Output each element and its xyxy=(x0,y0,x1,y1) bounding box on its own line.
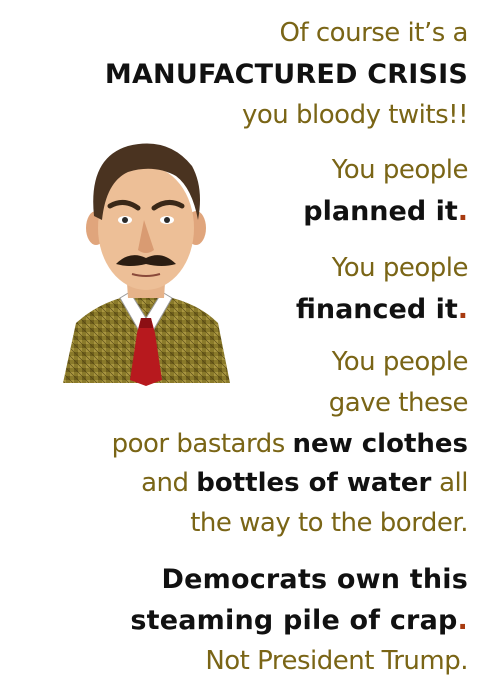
period-mark: . xyxy=(457,196,468,227)
line-bottles-of-water: and bottles of water all xyxy=(141,470,468,496)
bottles-of-water-text: bottles of water xyxy=(196,468,432,498)
line-steaming-pile: steaming pile of crap. xyxy=(130,607,468,634)
line-manufactured-crisis: MANUFACTURED CRISIS xyxy=(104,59,468,90)
line-gave-these: gave these xyxy=(328,388,469,418)
period-mark: . xyxy=(457,294,468,325)
line-you-people-3: You people xyxy=(331,347,469,377)
line-of-course: Of course it’s a xyxy=(279,18,469,48)
line-way-to-border: the way to the border. xyxy=(190,508,468,538)
line-not-president: Not President Trump. xyxy=(205,646,468,676)
line-planned-it: planned it. xyxy=(303,198,468,225)
planned-it-text: planned it xyxy=(303,196,458,227)
caricature-portrait xyxy=(63,143,230,386)
line-democrats-own: Democrats own this xyxy=(161,564,468,595)
line-new-clothes: poor bastards new clothes xyxy=(112,431,468,457)
poor-bastards-text: poor bastards xyxy=(111,429,293,459)
line-you-people-1: You people xyxy=(331,155,469,185)
and-text: and xyxy=(141,468,197,498)
all-text: all xyxy=(431,468,468,498)
line-financed-it: financed it. xyxy=(296,296,468,323)
financed-it-text: financed it xyxy=(295,294,458,325)
line-bloody-twits: you bloody twits!! xyxy=(241,100,469,130)
period-mark: . xyxy=(457,605,468,636)
new-clothes-text: new clothes xyxy=(292,429,468,459)
line-you-people-2: You people xyxy=(331,253,469,283)
steaming-pile-text: steaming pile of crap xyxy=(130,605,458,636)
